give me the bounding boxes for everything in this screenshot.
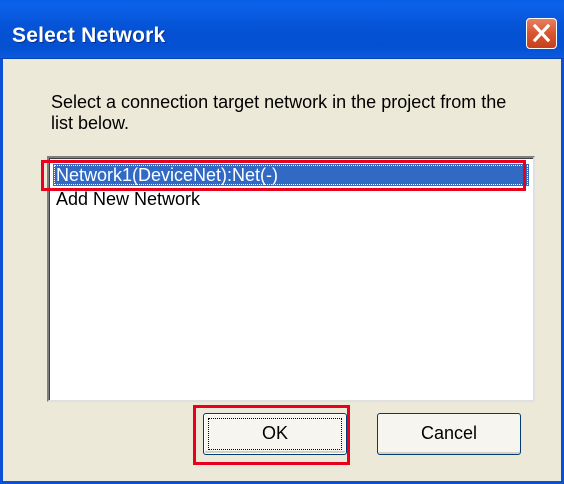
highlight-box-network-item (41, 160, 526, 191)
title-bar[interactable]: Select Network (0, 0, 564, 59)
cancel-button[interactable]: Cancel (377, 413, 521, 455)
window-title: Select Network (12, 24, 166, 47)
highlight-box-ok-button (193, 405, 350, 465)
network-listbox[interactable]: Network1(DeviceNet):Net(-) Add New Netwo… (47, 156, 535, 402)
close-icon (532, 23, 551, 43)
cancel-button-label: Cancel (420, 423, 478, 443)
instruction-text: Select a connection target network in th… (51, 92, 507, 133)
close-button[interactable] (526, 18, 557, 49)
list-item-add-new-network[interactable]: Add New Network (53, 188, 529, 210)
